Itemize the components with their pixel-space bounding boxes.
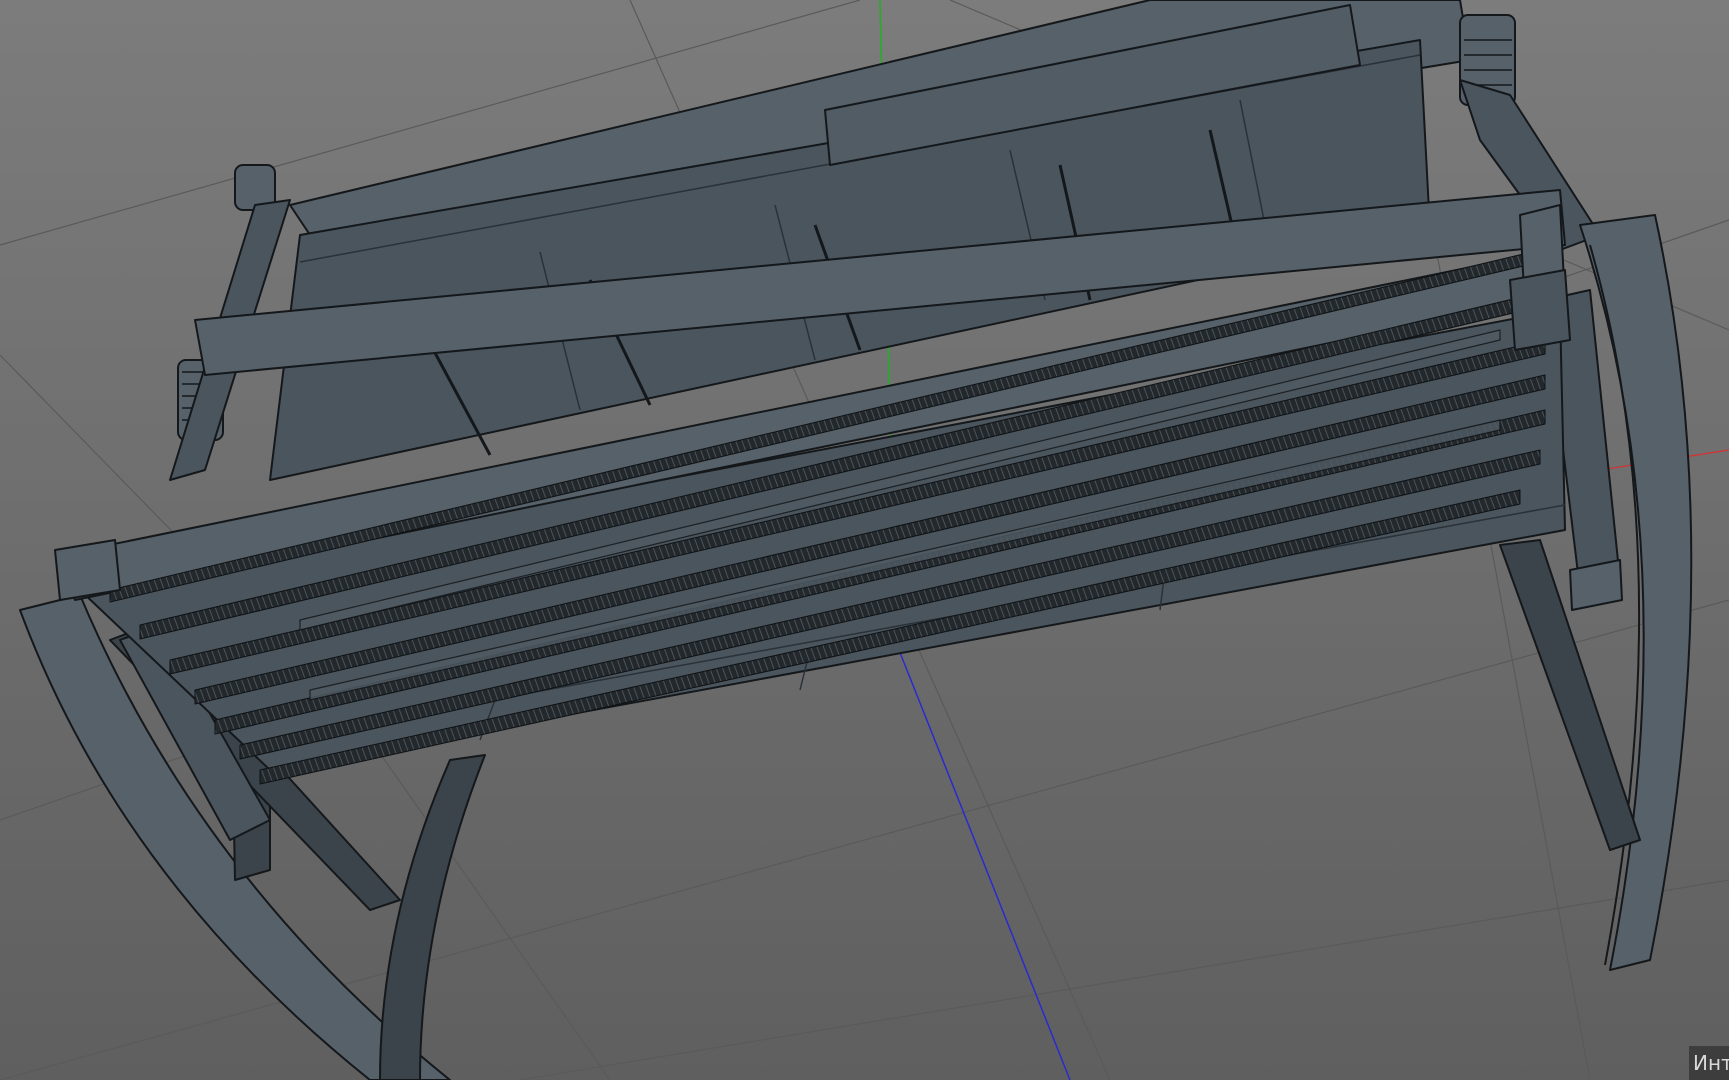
front-right-corner [1509,269,1571,351]
status-label: Инте [1689,1046,1729,1080]
front-left-corner [54,539,121,601]
rear-center-leg [379,754,486,1080]
right-arm-block [1569,559,1623,611]
viewport-scene[interactable] [0,0,1729,1080]
bench-model[interactable] [19,0,1693,1080]
3d-viewport[interactable]: Инте [0,0,1729,1080]
